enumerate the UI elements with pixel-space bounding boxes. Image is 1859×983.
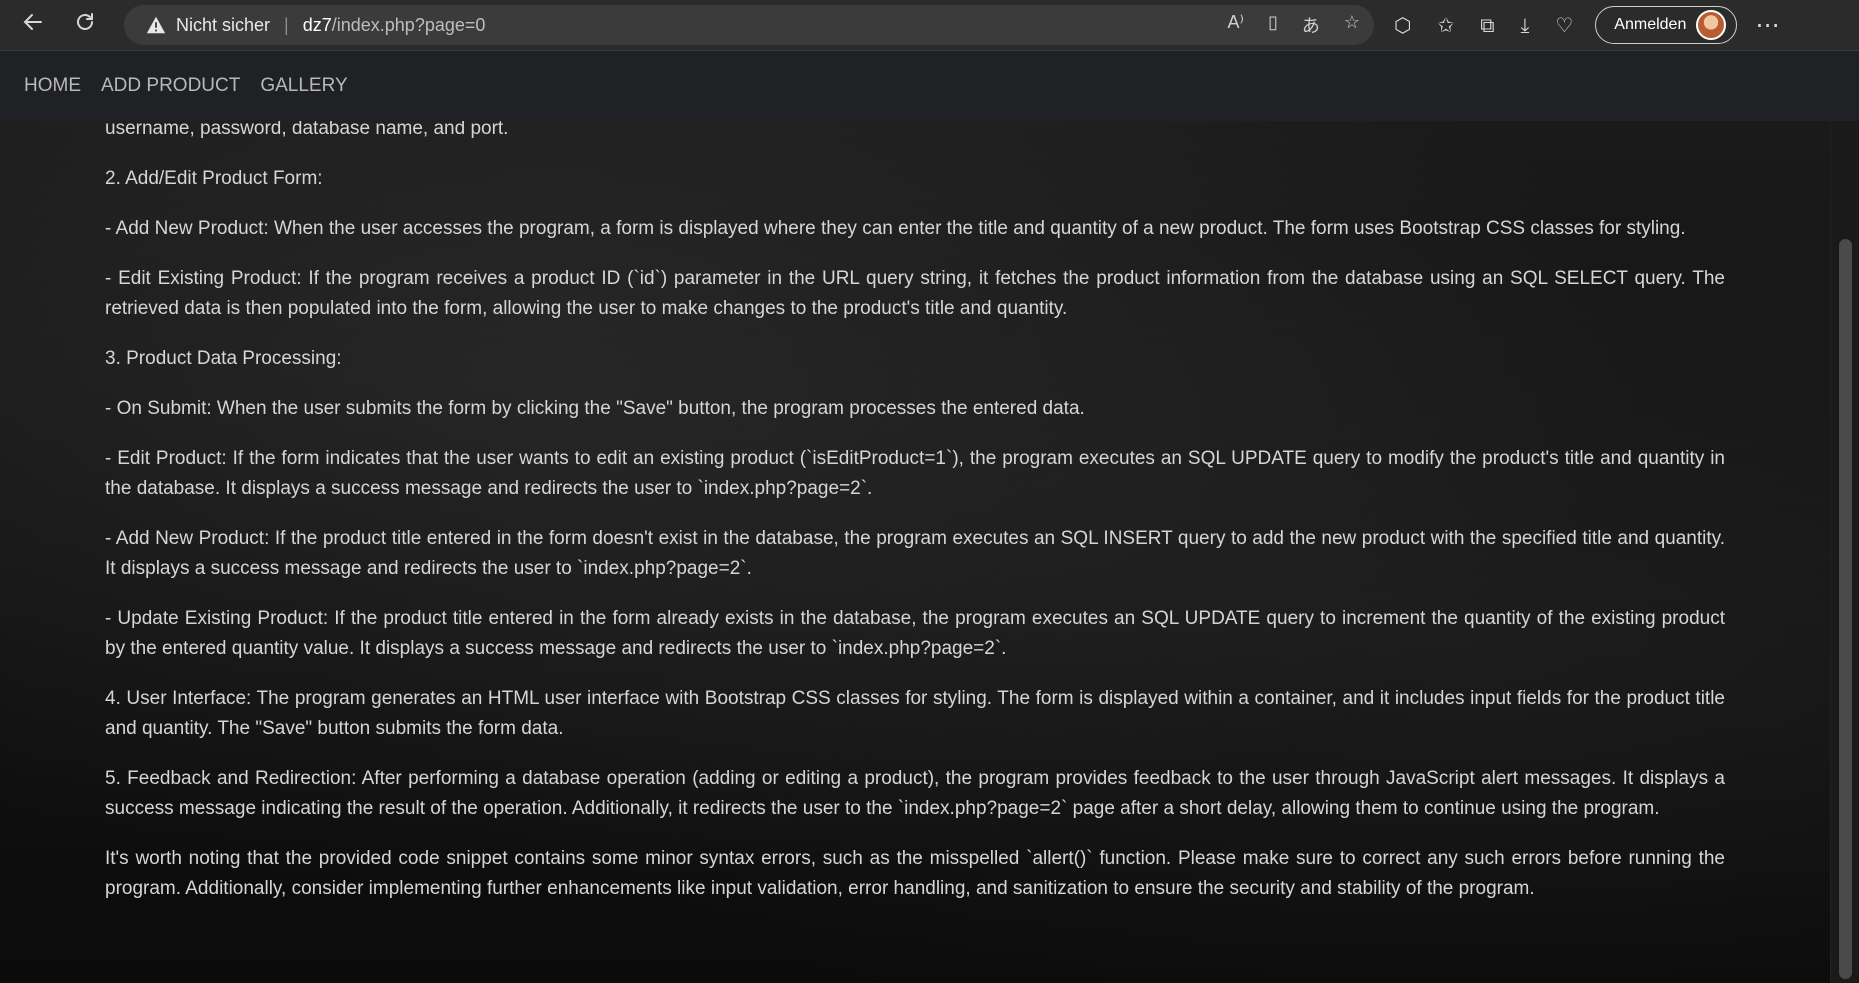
paragraph: - Add New Product: When the user accesse…: [105, 218, 1686, 239]
not-secure-label[interactable]: Nicht sicher: [176, 15, 270, 36]
more-button[interactable]: ⋯: [1755, 11, 1779, 39]
address-separator: |: [284, 14, 289, 35]
paragraph: - Edit Product: If the form indicates th…: [105, 448, 1725, 499]
sign-in-label: Anmelden: [1614, 16, 1687, 33]
page-content: username, password, database name, and p…: [0, 121, 1830, 983]
nav-gallery[interactable]: GALLERY: [260, 75, 347, 97]
paragraph: - On Submit: When the user submits the f…: [105, 398, 1085, 419]
browser-toolbar: Nicht sicher | dz7/index.php?page=0 A⁾ ▯…: [0, 0, 1859, 51]
paragraph: - Add New Product: If the product title …: [105, 528, 1725, 579]
nav-home[interactable]: HOME: [24, 75, 81, 97]
url-host: dz7: [302, 14, 332, 35]
favorite-star-icon[interactable]: ☆: [1344, 12, 1360, 38]
paragraph: 2. Add/Edit Product Form:: [105, 168, 323, 189]
downloads-icon[interactable]: ⤓: [1521, 13, 1530, 37]
paragraph: - Update Existing Product: If the produc…: [105, 608, 1725, 659]
refresh-button[interactable]: [62, 5, 108, 45]
paragraph: 3. Product Data Processing:: [105, 348, 342, 369]
more-icon: ⋯: [1755, 11, 1780, 39]
paragraph: - Edit Existing Product: If the program …: [105, 268, 1725, 319]
toolbar-actions: ⬡ ✩ ⧉ ⤓ ♡: [1394, 13, 1573, 37]
back-button[interactable]: [10, 5, 56, 45]
url-path: /index.php?page=0: [331, 14, 486, 35]
avatar: [1696, 10, 1727, 40]
collections-icon[interactable]: ⧉: [1480, 13, 1494, 37]
address-bar[interactable]: Nicht sicher | dz7/index.php?page=0 A⁾ ▯…: [124, 5, 1374, 45]
translate-icon[interactable]: あ: [1302, 12, 1320, 38]
site-navbar: HOME ADD PRODUCT GALLERY: [0, 51, 1859, 121]
favorites-icon[interactable]: ✩: [1437, 13, 1454, 37]
address-bar-actions: A⁾ ▯ あ ☆: [1228, 12, 1360, 38]
page-scrollbar[interactable]: [1830, 121, 1859, 983]
warning-icon: [144, 13, 168, 37]
refresh-icon: [73, 10, 97, 40]
back-icon: [21, 10, 45, 40]
paragraph: 4. User Interface: The program generates…: [105, 688, 1725, 739]
nav-add-product[interactable]: ADD PRODUCT: [101, 75, 240, 97]
sign-in-button[interactable]: Anmelden: [1595, 6, 1738, 44]
paragraph: 5. Feedback and Redirection: After perfo…: [105, 768, 1725, 819]
extensions-icon[interactable]: ⬡: [1394, 13, 1411, 37]
paragraph: username, password, database name, and p…: [105, 121, 509, 139]
read-aloud-icon[interactable]: A⁾: [1228, 12, 1244, 38]
browser-essentials-icon[interactable]: ♡: [1555, 13, 1573, 37]
article-text: username, password, database name, and p…: [105, 121, 1725, 924]
paragraph: It's worth noting that the provided code…: [105, 848, 1725, 899]
immersive-reader-icon[interactable]: ▯: [1268, 12, 1278, 38]
scrollbar-thumb[interactable]: [1839, 239, 1852, 979]
